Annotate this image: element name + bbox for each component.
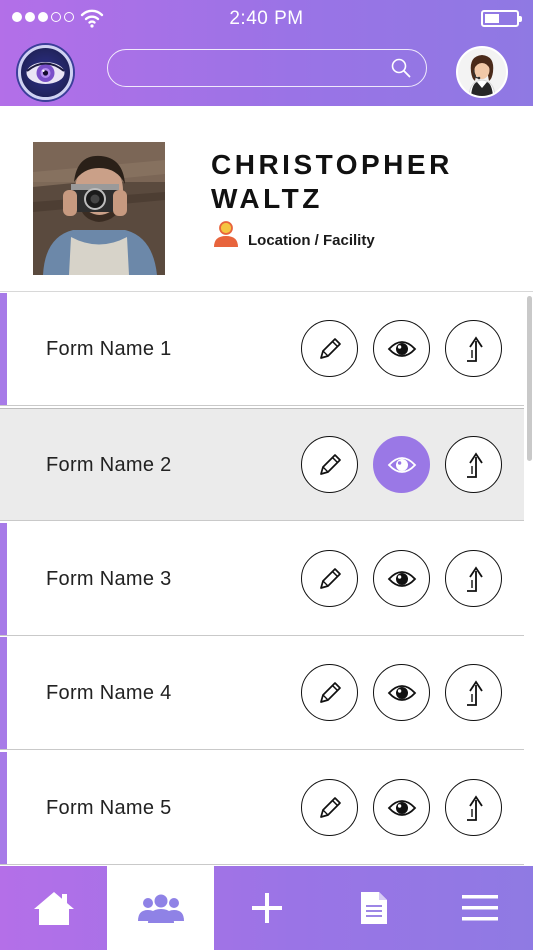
pencil-icon (319, 796, 341, 818)
pencil-icon (319, 681, 341, 703)
nav-groups[interactable] (107, 866, 214, 950)
profile-photo (33, 142, 165, 275)
person-location-icon (214, 221, 238, 247)
pencil-icon (319, 453, 341, 475)
nav-home[interactable] (0, 866, 107, 950)
status-time: 2:40 PM (229, 8, 304, 29)
eye-icon (387, 799, 416, 816)
nav-documents[interactable] (320, 866, 427, 950)
location-label: Location / Facility (248, 232, 375, 249)
pencil-icon (319, 567, 341, 589)
eye-icon (387, 456, 416, 473)
battery-icon (481, 10, 522, 27)
view-button[interactable] (373, 550, 430, 607)
eye-icon (387, 340, 416, 357)
edit-button[interactable] (301, 550, 358, 607)
edit-button[interactable] (301, 436, 358, 493)
search-input[interactable] (122, 50, 382, 85)
upload-button[interactable] (445, 779, 502, 836)
form-list[interactable]: Form Name 1 Form Name 2 Form Name 3 Form… (0, 293, 533, 865)
form-name: Form Name 2 (46, 454, 172, 476)
nav-menu[interactable] (426, 866, 533, 950)
group-icon (137, 894, 184, 923)
form-name: Form Name 1 (46, 338, 172, 360)
row-accent-bar (0, 637, 7, 749)
pencil-icon (319, 337, 341, 359)
view-button[interactable] (373, 664, 430, 721)
list-item[interactable]: Form Name 1 (0, 293, 524, 406)
upload-arrow-icon (466, 451, 483, 478)
edit-button[interactable] (301, 664, 358, 721)
menu-icon (461, 895, 498, 921)
eye-icon (387, 570, 416, 587)
edit-button[interactable] (301, 779, 358, 836)
upload-button[interactable] (445, 320, 502, 377)
form-name: Form Name 4 (46, 682, 172, 704)
form-name: Form Name 3 (46, 568, 172, 590)
search-icon[interactable] (390, 57, 412, 79)
list-item[interactable]: Form Name 5 (0, 752, 524, 865)
app-header: 2:40 PM (0, 0, 533, 106)
status-bar: 2:40 PM (0, 0, 533, 36)
home-icon (33, 892, 74, 925)
upload-arrow-icon (466, 679, 483, 706)
view-button[interactable] (373, 779, 430, 836)
eye-icon (387, 684, 416, 701)
profile-name: CHRISTOPHER WALTZ (211, 149, 453, 214)
row-accent-bar (0, 752, 7, 864)
list-item[interactable]: Form Name 4 (0, 637, 524, 750)
upload-button[interactable] (445, 436, 502, 493)
plus-icon (251, 893, 282, 923)
view-button-active[interactable] (373, 436, 430, 493)
profile-card: CHRISTOPHER WALTZ Location / Facility (0, 106, 533, 292)
scrollbar[interactable] (527, 296, 532, 461)
eye-logo-icon[interactable] (18, 45, 73, 100)
upload-arrow-icon (466, 794, 483, 821)
search-bar[interactable] (107, 49, 427, 87)
upload-arrow-icon (466, 335, 483, 362)
upload-button[interactable] (445, 664, 502, 721)
form-name: Form Name 5 (46, 797, 172, 819)
row-accent-bar (0, 293, 7, 405)
document-icon (360, 892, 387, 924)
edit-button[interactable] (301, 320, 358, 377)
row-accent-bar (0, 523, 7, 635)
list-item-selected[interactable]: Form Name 2 (0, 408, 524, 521)
view-button[interactable] (373, 320, 430, 377)
list-item[interactable]: Form Name 3 (0, 523, 524, 636)
nav-add[interactable] (213, 866, 320, 950)
upload-button[interactable] (445, 550, 502, 607)
bottom-nav (0, 866, 533, 950)
support-agent-avatar[interactable] (456, 46, 508, 98)
upload-arrow-icon (466, 565, 483, 592)
